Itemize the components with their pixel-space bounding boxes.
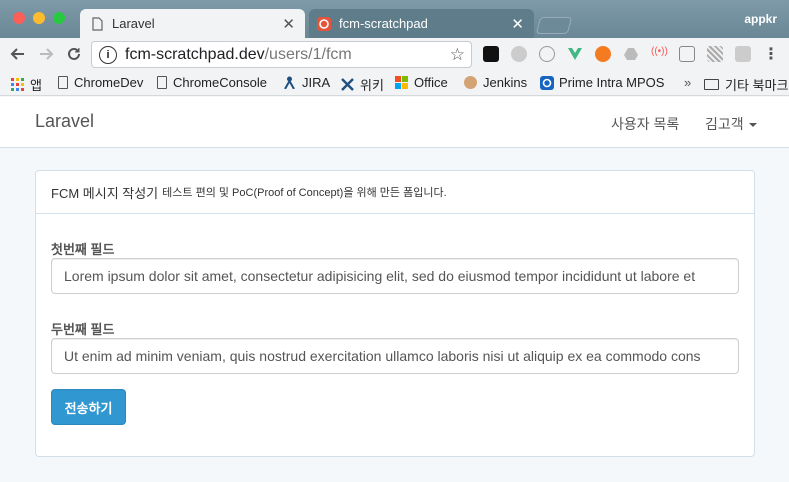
chrome-menu-icon[interactable]: ⋮ [763,44,779,64]
profile-name[interactable]: appkr [744,12,777,26]
bookmark-wiki[interactable]: 위키 [341,75,384,94]
jira-icon [283,76,296,90]
user-name: 김고객 [705,116,744,132]
fcm-form-panel: FCM 메시지 작성기 테스트 편의 및 PoC(Proof of Concep… [35,170,755,457]
other-bookmarks-folder[interactable]: 기타 북마크 [704,75,788,94]
brand-logo-text[interactable]: Laravel [35,111,94,132]
document-icon [90,16,104,31]
new-tab-button[interactable] [535,17,573,34]
browser-tab-strip: Laravel ✕ fcm-scratchpad ✕ appkr [0,0,789,38]
bookmarks-bar: 앱 ChromeDev ChromeConsole JIRA 위키 Office… [0,70,789,96]
second-field-label: 두번째 필드 [51,322,115,337]
window-close-button[interactable] [13,12,25,24]
tab-title: Laravel [112,16,155,31]
wiki-icon [341,78,354,91]
bookmark-jira[interactable]: JIRA [283,75,330,90]
pattern-extension-icon[interactable] [707,46,723,62]
document-icon [157,76,167,89]
office-icon [395,76,408,89]
reload-icon[interactable] [62,42,86,66]
user-dropdown-toggle[interactable]: 김고객 [705,114,757,134]
tab-laravel[interactable]: Laravel ✕ [80,9,305,38]
jenkins-icon [464,76,477,89]
url-host: fcm-scratchpad.dev [125,45,265,63]
close-tab-icon[interactable]: ✕ [511,15,524,33]
bookmark-label: Prime Intra MPOS [559,75,665,90]
feather-extension-icon[interactable] [511,46,527,62]
card-extension-icon[interactable] [679,46,695,62]
forward-arrow-icon[interactable] [34,42,58,66]
first-field-input[interactable] [51,258,739,294]
panel-subtitle: 테스트 편의 및 PoC(Proof of Concept)을 위해 만든 폼입… [162,187,447,199]
jetbrains-extension-icon[interactable] [483,46,499,62]
bookmark-label: 위키 [360,78,384,93]
bookmark-label: ChromeDev [74,75,144,90]
document-icon [58,76,68,89]
bookmark-apps[interactable]: 앱 [11,75,42,94]
panel-heading: FCM 메시지 작성기 테스트 편의 및 PoC(Proof of Concep… [36,171,754,214]
bookmark-label: Office [414,75,448,90]
second-field-input[interactable] [51,338,739,374]
address-bar[interactable]: i fcm-scratchpad.dev/users/1/fcm ☆ [91,41,472,68]
bookmark-chromedev[interactable]: ChromeDev [58,75,143,90]
bookmark-star-icon[interactable]: ☆ [450,45,465,65]
tab-fcm-scratchpad[interactable]: fcm-scratchpad ✕ [309,9,534,38]
submit-button[interactable]: 전송하기 [51,389,126,425]
chart-extension-icon[interactable] [735,46,751,62]
prime-icon [540,76,554,90]
bookmark-label: 앱 [30,78,42,93]
browser-toolbar: i fcm-scratchpad.dev/users/1/fcm ☆ ((•))… [0,38,789,70]
bookmark-label: Jenkins [483,75,528,90]
first-field-label: 첫번째 필드 [51,242,115,257]
info-icon[interactable]: i [99,45,117,64]
url-path: /users/1/fcm [264,45,352,63]
bookmark-prime-intra-mpos[interactable]: Prime Intra MPOS [540,75,664,90]
folder-icon [704,79,719,90]
back-arrow-icon[interactable] [6,42,30,66]
bookmark-office[interactable]: Office [395,75,448,90]
vue-extension-icon[interactable] [567,46,583,62]
app-navbar: Laravel 사용자 목록 김고객 [0,97,789,148]
bookmark-label: ChromeConsole [173,75,267,90]
bookmark-jenkins[interactable]: Jenkins [464,75,527,90]
panel-title: FCM 메시지 작성기 [51,185,159,201]
other-bookmarks-label: 기타 북마크 [725,78,789,93]
bookmark-chromeconsole[interactable]: ChromeConsole [157,75,267,90]
apps-grid-icon [11,78,24,91]
radio-extension-icon[interactable]: ((•)) [651,46,668,62]
drive-extension-icon[interactable] [623,46,639,62]
close-tab-icon[interactable]: ✕ [282,15,295,33]
window-maximize-button[interactable] [53,12,65,24]
fcm-favicon-icon [317,16,331,31]
window-minimize-button[interactable] [33,12,45,24]
clock-extension-icon[interactable] [539,46,555,62]
bookmarks-overflow-button[interactable]: » [684,75,691,90]
tab-title: fcm-scratchpad [339,16,428,31]
caret-down-icon [748,123,757,128]
nav-user-list-link[interactable]: 사용자 목록 [611,114,679,134]
postman-extension-icon[interactable] [595,46,611,62]
bookmark-label: JIRA [302,75,331,90]
